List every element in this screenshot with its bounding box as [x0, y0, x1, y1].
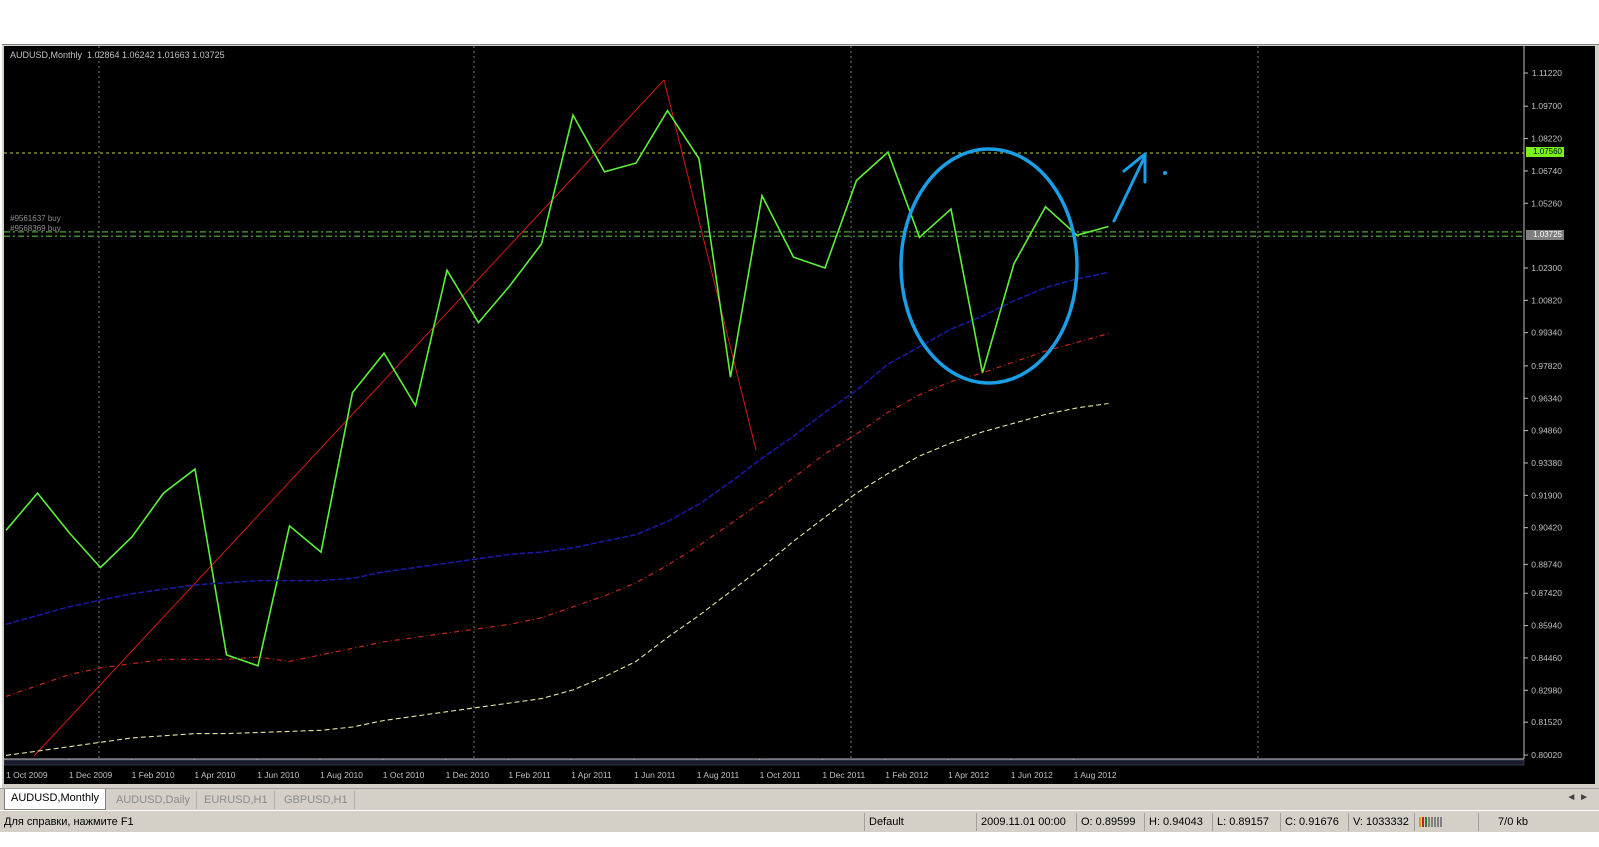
time-tick-label: 1 Dec 2010 — [446, 770, 490, 780]
price-tick-label: 0.99340 — [1531, 328, 1562, 338]
price-tick-label: 0.88740 — [1531, 559, 1562, 569]
status-open: O: 0.89599 — [1076, 813, 1145, 831]
time-tick-label: 1 Aug 2012 — [1074, 770, 1117, 780]
time-tick-label: 1 Feb 2011 — [508, 770, 551, 780]
time-tick-label: 1 Aug 2010 — [320, 770, 363, 780]
price-tick-label: 1.08220 — [1531, 134, 1562, 144]
chart-canvas[interactable]: 1.11220 1.09700 1.08220 1.06740 1.05260 1.023… — [4, 46, 1595, 784]
time-tick-label: 1 Dec 2011 — [822, 770, 865, 780]
chart-scroll-strip — [4, 759, 1525, 766]
time-tick-label: 1 Oct 2010 — [383, 770, 425, 780]
time-tick-label: 1 Oct 2009 — [6, 770, 48, 780]
price-tick-label: 1.06740 — [1531, 166, 1562, 176]
time-tick-label: 1 Jun 2012 — [1011, 770, 1053, 780]
time-tick-label: 1 Apr 2012 — [948, 770, 989, 780]
price-tick-label: 0.96340 — [1531, 393, 1562, 403]
status-profile: Default — [864, 813, 977, 831]
time-tick-label: 1 Oct 2011 — [760, 770, 801, 780]
bid-price-badge: 1.07560 — [1526, 147, 1564, 157]
tab-eurusd-h1[interactable]: EURUSD,H1 — [198, 791, 275, 809]
bottom-blank-area — [0, 832, 1599, 847]
price-tick-label: 1.02300 — [1531, 263, 1562, 273]
price-tick-label: 0.94860 — [1531, 426, 1562, 436]
status-low: L: 0.89157 — [1212, 813, 1281, 831]
trendline-up — [33, 79, 665, 757]
price-tick-label: 1.11220 — [1532, 68, 1562, 78]
price-tick-label: 0.93380 — [1531, 458, 1562, 468]
status-volume: V: 1033332 — [1348, 813, 1415, 831]
price-tick-label: 0.97820 — [1531, 361, 1562, 371]
status-help-text: Для справки, нажмите F1 — [4, 816, 134, 828]
tab-audusd-monthly[interactable]: AUDUSD,Monthly — [4, 789, 107, 810]
order-label-2[interactable]: #9568369 buy — [10, 224, 61, 233]
price-tick-label: 0.85940 — [1531, 621, 1562, 631]
price-tick-label: 0.81520 — [1531, 717, 1562, 727]
tab-audusd-daily[interactable]: AUDUSD,Daily — [110, 791, 197, 809]
time-tick-label: 1 Jun 2011 — [634, 770, 676, 780]
price-tick-label: 1.00820 — [1531, 295, 1562, 305]
status-bar: Для справки, нажмите F1 Default 2009.11.… — [0, 810, 1599, 833]
chart-header-ohlc: AUDUSD,Monthly 1.02864 1.06242 1.01663 1… — [10, 50, 225, 60]
price-tick-label: 0.91900 — [1531, 490, 1562, 500]
time-tick-label: 1 Feb 2012 — [885, 770, 928, 780]
time-tick-label: 1 Dec 2009 — [69, 770, 113, 780]
time-tick-label: 1 Jun 2010 — [257, 770, 299, 780]
time-tick-label: 1 Apr 2011 — [571, 770, 612, 780]
status-datetime: 2009.11.01 00:00 — [976, 813, 1077, 831]
connection-bars-icon — [1414, 813, 1479, 831]
price-tick-label: 0.84460 — [1531, 653, 1562, 663]
price-tick-label: 0.80020 — [1531, 750, 1562, 760]
last-price-badge: 1.03725 — [1526, 230, 1564, 240]
price-tick-label: 0.82980 — [1531, 685, 1562, 695]
time-tick-label: 1 Feb 2010 — [132, 770, 175, 780]
annotation-dot — [1163, 171, 1167, 175]
tab-gbpusd-h1[interactable]: GBPUSD,H1 — [278, 791, 355, 809]
time-tick-label: 1 Apr 2010 — [194, 770, 235, 780]
chart-tabs-bar: AUDUSD,Monthly AUDUSD,Daily EURUSD,H1 GB… — [0, 788, 1599, 811]
price-tick-label: 1.09700 — [1531, 101, 1562, 111]
top-blank-area — [0, 0, 1599, 44]
time-tick-label: 1 Aug 2011 — [697, 770, 740, 780]
series-ma-red — [5, 333, 1109, 697]
tab-scroll-arrows[interactable]: ◄ ► — [1566, 792, 1589, 803]
series-ma-blue — [5, 271, 1109, 626]
status-high: H: 0.94043 — [1144, 813, 1213, 831]
price-tick-label: 0.90420 — [1531, 523, 1562, 533]
price-tick-label: 1.05260 — [1531, 198, 1562, 208]
trendline-down — [663, 79, 757, 451]
order-label-1[interactable]: #9561637 buy — [10, 214, 61, 223]
price-tick-label: 0.87420 — [1531, 588, 1562, 598]
series-ma-yellow — [5, 402, 1109, 756]
chart-svg[interactable]: 1.11220 1.09700 1.08220 1.06740 1.05260 1.023… — [4, 46, 1595, 784]
status-close: C: 0.91676 — [1280, 813, 1349, 831]
status-traffic: 7/0 kb — [1478, 813, 1543, 831]
